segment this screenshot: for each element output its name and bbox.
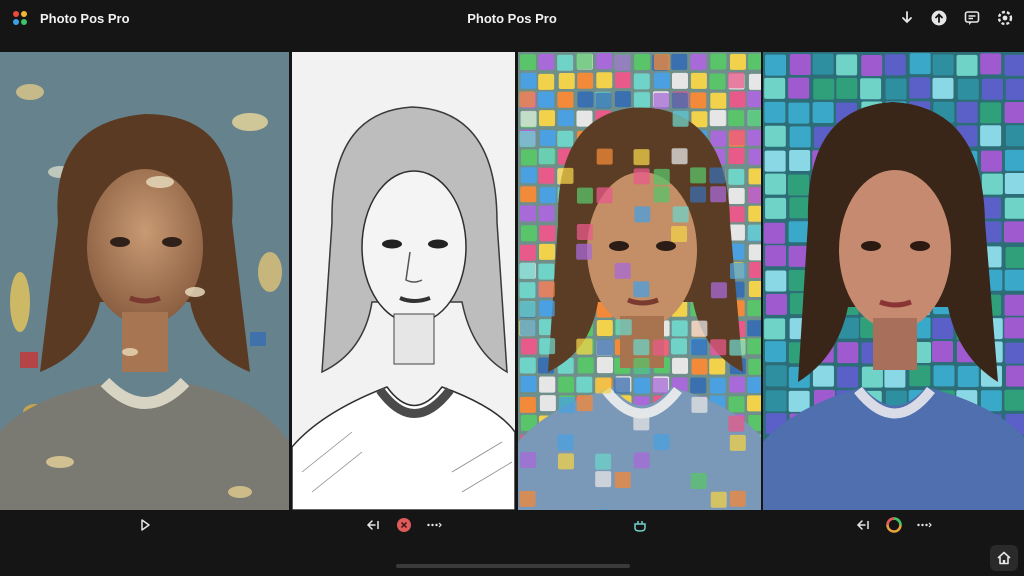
download-icon[interactable] (898, 9, 916, 27)
window-title: Photo Pos Pro (467, 11, 557, 26)
undo-icon[interactable] (856, 517, 872, 533)
colorful-mosaic-image (518, 52, 761, 510)
settings-icon[interactable] (996, 9, 1014, 27)
reject-icon[interactable] (396, 517, 412, 533)
undo-icon[interactable] (366, 517, 382, 533)
panel-colorful-mosaic[interactable] (518, 52, 761, 510)
image-comparison-area (0, 52, 1024, 510)
title-bar: Photo Pos Pro Photo Pos Pro (0, 0, 1024, 38)
color-wheel-icon[interactable] (885, 517, 902, 533)
panel-stained-glass-mosaic[interactable] (763, 52, 1024, 510)
toolbar-oil-painting (0, 510, 289, 540)
comment-icon[interactable] (963, 9, 981, 27)
home-icon (997, 551, 1011, 565)
toolbar-stained-glass-mosaic (763, 510, 1024, 540)
upload-icon[interactable] (930, 9, 948, 27)
pencil-sketch-image (292, 52, 515, 510)
panel-pencil-sketch[interactable] (292, 52, 515, 510)
photo-editor-window: Photo Pos Pro Photo Pos Pro (0, 0, 1024, 576)
more-icon[interactable] (426, 517, 442, 533)
panel-oil-painting[interactable] (0, 52, 289, 510)
pot-icon[interactable] (632, 517, 648, 533)
stained-glass-image (763, 52, 1024, 510)
oil-painting-image (0, 52, 289, 510)
horizontal-scrollbar[interactable] (396, 564, 630, 568)
toolbar-colorful-mosaic (518, 510, 761, 540)
app-name: Photo Pos Pro (40, 11, 130, 26)
toolbar-pencil-sketch (292, 510, 515, 540)
home-button[interactable] (990, 545, 1018, 571)
play-icon[interactable] (137, 517, 153, 533)
more-icon[interactable] (916, 517, 932, 533)
app-logo-icon (13, 11, 27, 25)
